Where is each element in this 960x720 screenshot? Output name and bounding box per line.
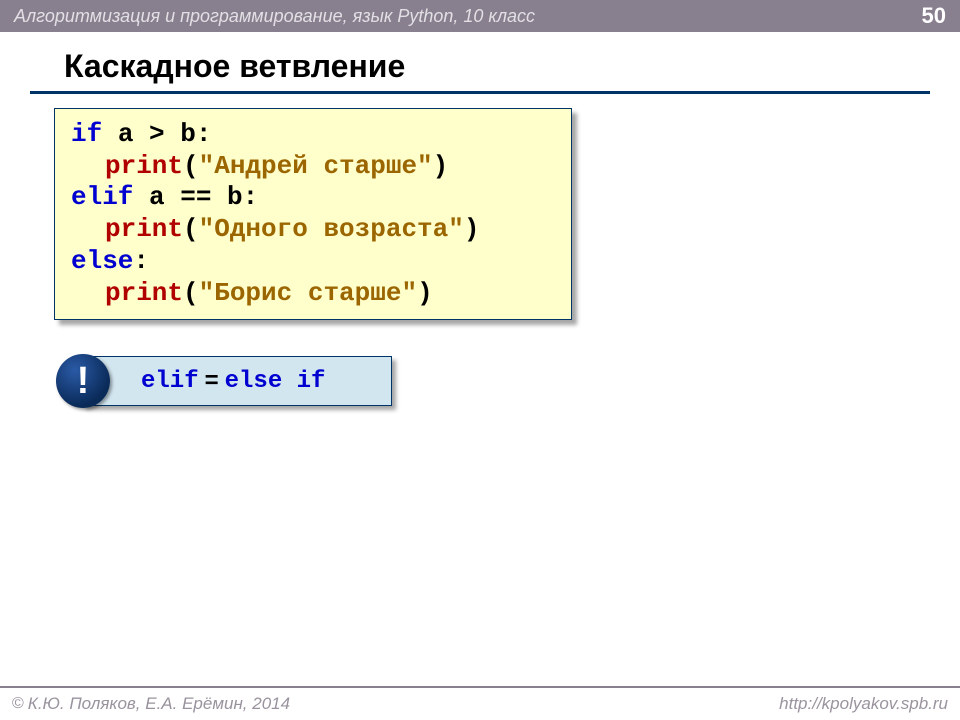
keyword-else: else (71, 246, 133, 276)
copyright-text: К.Ю. Поляков, Е.А. Ерёмин, 2014 (28, 694, 290, 714)
code-line-1: if a > b: (71, 119, 555, 151)
paren: ) (433, 151, 449, 181)
note-equals: = (205, 367, 219, 395)
exclamation-badge-icon: ! (56, 354, 110, 408)
keyword-elif: elif (71, 182, 133, 212)
fn-print: print (105, 278, 183, 308)
header-title: Алгоритмизация и программирование, язык … (14, 6, 535, 27)
footer-bar: © К.Ю. Поляков, Е.А. Ерёмин, 2014 http:/… (0, 686, 960, 720)
note-callout: ! elif = else if (82, 356, 392, 406)
note-else-if: else if (225, 368, 326, 395)
string-literal: "Одного возраста" (199, 214, 464, 244)
code-text: : (133, 246, 149, 276)
note-box: elif = else if (82, 356, 392, 406)
keyword-if: if (71, 119, 102, 149)
slide-title: Каскадное ветвление (30, 32, 930, 94)
code-line-4: print("Одного возраста") (71, 214, 555, 246)
footer-url: http://kpolyakov.spb.ru (779, 694, 948, 714)
code-line-6: print("Борис старше") (71, 278, 555, 310)
code-line-3: elif a == b: (71, 182, 555, 214)
fn-print: print (105, 151, 183, 181)
code-line-5: else: (71, 246, 555, 278)
string-literal: "Борис старше" (199, 278, 417, 308)
footer-copyright: © К.Ю. Поляков, Е.А. Ерёмин, 2014 (12, 694, 290, 714)
paren: ) (417, 278, 433, 308)
paren: ( (183, 214, 199, 244)
code-block: if a > b: print("Андрей старше") elif a … (54, 108, 572, 320)
header-bar: Алгоритмизация и программирование, язык … (0, 0, 960, 32)
code-line-2: print("Андрей старше") (71, 151, 555, 183)
code-text: a == b: (133, 182, 258, 212)
note-elif: elif (141, 368, 199, 395)
page-number: 50 (922, 3, 946, 29)
string-literal: "Андрей старше" (199, 151, 433, 181)
code-text: a > b: (102, 119, 211, 149)
paren: ) (464, 214, 480, 244)
copyright-icon: © (12, 695, 24, 713)
fn-print: print (105, 214, 183, 244)
paren: ( (183, 151, 199, 181)
paren: ( (183, 278, 199, 308)
